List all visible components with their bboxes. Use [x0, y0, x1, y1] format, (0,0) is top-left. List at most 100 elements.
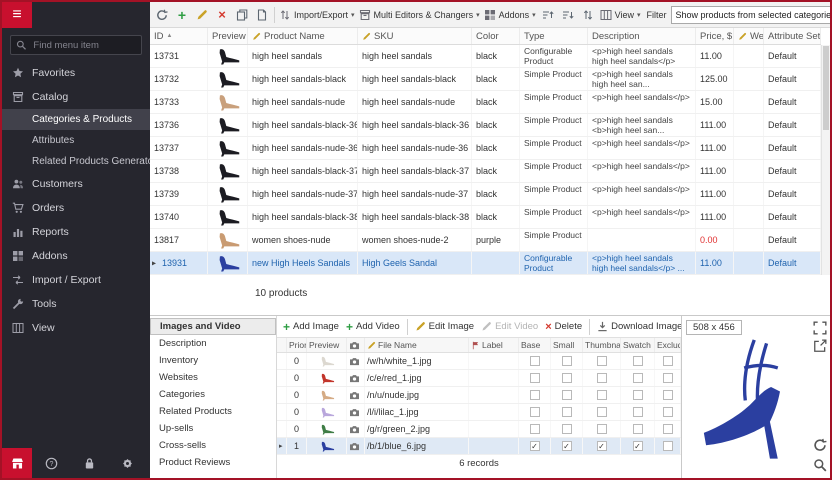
column-header-price[interactable]: Price, $ [696, 28, 734, 44]
sidebar-item-favorites[interactable]: Favorites [2, 61, 150, 85]
column-header-weight[interactable]: Weight [734, 28, 764, 44]
tab-inventory[interactable]: Inventory [150, 352, 276, 369]
cell-thumbnail[interactable] [583, 353, 621, 369]
column-header-type[interactable]: Type [520, 28, 588, 44]
exclude-checkbox[interactable] [663, 441, 673, 451]
zoom-icon[interactable] [813, 458, 827, 472]
tab-up-sells[interactable]: Up-sells [150, 420, 276, 437]
cell-base[interactable] [519, 387, 551, 403]
tab-product-reviews[interactable]: Product Reviews [150, 454, 276, 471]
view-menu[interactable]: View▾ [600, 9, 641, 21]
cell-exclude[interactable] [655, 421, 681, 437]
swatch-checkbox[interactable] [633, 407, 643, 417]
add-product-button[interactable]: + [174, 6, 190, 24]
sort-descending-button[interactable] [560, 6, 576, 24]
addons-menu[interactable]: Addons▾ [484, 9, 536, 21]
sidebar-item-import-export[interactable]: Import / Export [2, 268, 150, 292]
category-filter-select[interactable]: Show products from selected categories▾ [671, 6, 830, 24]
product-row[interactable]: 13740 high heel sandals-black-38 high he… [150, 206, 821, 229]
cell-thumbnail[interactable] [583, 387, 621, 403]
thumbnail-checkbox[interactable] [597, 390, 607, 400]
swatch-checkbox[interactable] [633, 390, 643, 400]
column-header-color[interactable]: Color [472, 28, 520, 44]
sidebar-item-reports[interactable]: Reports [2, 220, 150, 244]
column-header-label[interactable]: Label [469, 338, 519, 352]
column-header-exclude[interactable]: Exclude [655, 338, 681, 352]
small-checkbox[interactable] [562, 441, 572, 451]
thumbnail-checkbox[interactable] [597, 356, 607, 366]
exclude-checkbox[interactable] [663, 356, 673, 366]
small-checkbox[interactable] [562, 356, 572, 366]
small-checkbox[interactable] [562, 390, 572, 400]
tab-related-products[interactable]: Related Products [150, 403, 276, 420]
product-row-selected[interactable]: 13931 new High Heels Sandals High Geels … [150, 252, 821, 275]
column-header-camera[interactable] [347, 338, 365, 352]
rotate-icon[interactable] [813, 438, 827, 452]
cell-swatch[interactable] [621, 421, 655, 437]
image-row[interactable]: 0 /w/h/white_1.jpg [277, 353, 681, 370]
grid-scrollbar[interactable] [821, 45, 830, 275]
swatch-checkbox[interactable] [633, 424, 643, 434]
sidebar-item-categories-products[interactable]: Categories & Products [2, 109, 150, 130]
fullscreen-icon[interactable] [813, 321, 827, 335]
cell-thumbnail[interactable] [583, 438, 621, 454]
image-row[interactable]: 0 /g/r/green_2.jpg [277, 421, 681, 438]
settings-button[interactable] [108, 448, 146, 478]
add-image-button[interactable]: +Add Image [283, 320, 339, 334]
cell-small[interactable] [551, 404, 583, 420]
cell-small[interactable] [551, 387, 583, 403]
multi-editors-menu[interactable]: Multi Editors & Changers▾ [359, 9, 480, 21]
cell-base[interactable] [519, 370, 551, 386]
swatch-checkbox[interactable] [633, 356, 643, 366]
help-button[interactable] [32, 448, 70, 478]
thumbnail-checkbox[interactable] [597, 424, 607, 434]
cell-exclude[interactable] [655, 387, 681, 403]
cell-swatch[interactable] [621, 370, 655, 386]
base-checkbox[interactable] [530, 424, 540, 434]
hamburger-menu-icon[interactable]: ≡ [2, 2, 32, 28]
sidebar-item-customers[interactable]: Customers [2, 172, 150, 196]
sidebar-item-tools[interactable]: Tools [2, 292, 150, 316]
thumbnail-checkbox[interactable] [597, 373, 607, 383]
sidebar-item-view[interactable]: View [2, 316, 150, 340]
open-external-icon[interactable] [813, 339, 827, 353]
column-header-preview[interactable]: Preview [307, 338, 347, 352]
column-header-base[interactable]: Base [519, 338, 551, 352]
product-row[interactable]: 13732 high heel sandals-black high heel … [150, 68, 821, 91]
edit-image-button[interactable]: Edit Image [415, 321, 474, 332]
small-checkbox[interactable] [562, 407, 572, 417]
store-button[interactable] [2, 448, 32, 478]
sidebar-item-attributes[interactable]: Attributes [2, 130, 150, 151]
tab-cross-sells[interactable]: Cross-sells [150, 437, 276, 454]
import-export-menu[interactable]: Import/Export▾ [279, 9, 355, 21]
sidebar-item-related-products-generator[interactable]: Related Products Generator [2, 151, 150, 172]
product-row[interactable]: 13739 high heel sandals-nude-37 high hee… [150, 183, 821, 206]
image-row[interactable]: 0 /l/i/lilac_1.jpg [277, 404, 681, 421]
exclude-checkbox[interactable] [663, 373, 673, 383]
exclude-checkbox[interactable] [663, 390, 673, 400]
cell-exclude[interactable] [655, 438, 681, 454]
column-header-swatch[interactable]: Swatch [621, 338, 655, 352]
sidebar-item-catalog[interactable]: Catalog [2, 85, 150, 109]
image-row[interactable]: 0 /c/e/red_1.jpg [277, 370, 681, 387]
product-row[interactable]: 13731 high heel sandals high heel sandal… [150, 45, 821, 68]
cell-small[interactable] [551, 421, 583, 437]
column-header-description[interactable]: Description [588, 28, 696, 44]
sidebar-item-orders[interactable]: Orders [2, 196, 150, 220]
product-row[interactable]: 13733 high heel sandals-nude high heel s… [150, 91, 821, 114]
column-header-file-name[interactable]: File Name [365, 338, 469, 352]
column-header-small[interactable]: Small [551, 338, 583, 352]
column-header-attribute-set[interactable]: Attribute Set Name [764, 28, 821, 44]
copy-button[interactable] [234, 6, 250, 24]
cell-swatch[interactable] [621, 438, 655, 454]
download-image-button[interactable]: Download Image [597, 321, 681, 332]
cell-base[interactable] [519, 421, 551, 437]
cell-swatch[interactable] [621, 404, 655, 420]
cell-base[interactable] [519, 404, 551, 420]
column-header-product-name[interactable]: Product Name [248, 28, 358, 44]
product-row[interactable]: 13736 high heel sandals-black-36 high he… [150, 114, 821, 137]
base-checkbox[interactable] [530, 441, 540, 451]
column-header-preview[interactable]: Preview [208, 28, 248, 44]
column-header-sku[interactable]: SKU [358, 28, 472, 44]
cell-swatch[interactable] [621, 353, 655, 369]
